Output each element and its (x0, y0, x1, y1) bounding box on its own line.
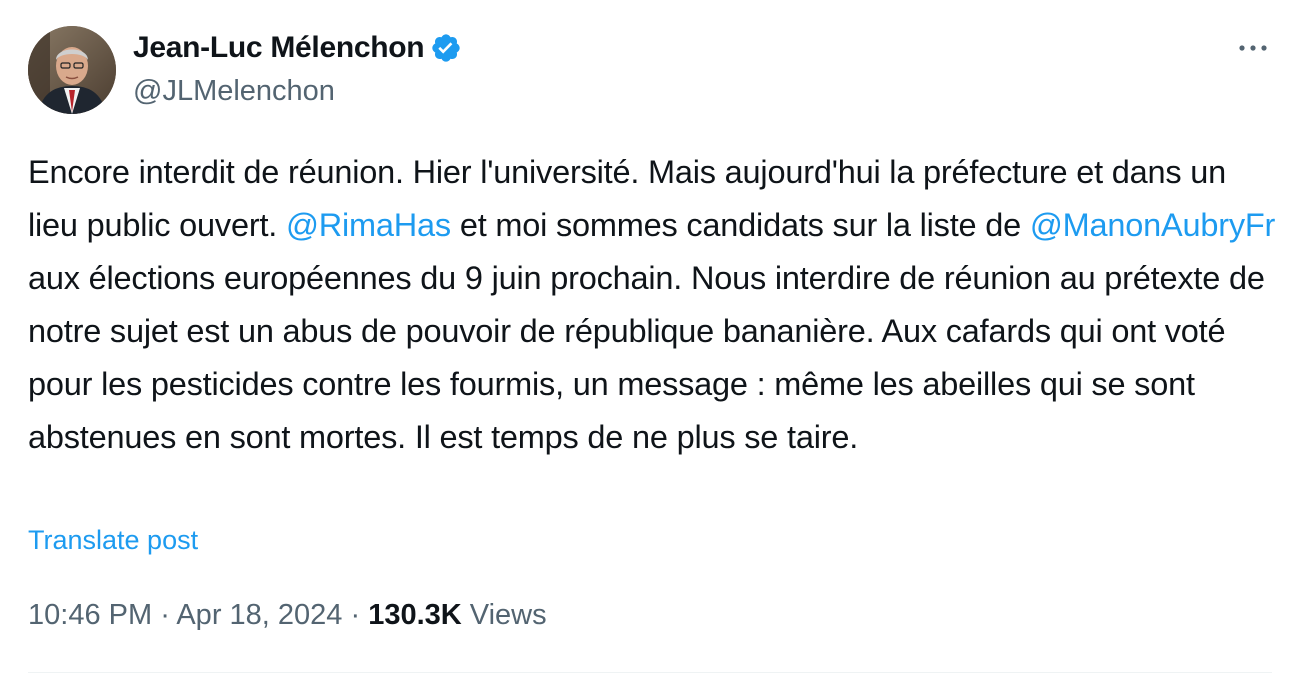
mention-link[interactable]: @RimaHas (286, 207, 451, 243)
tweet-text-segment: aux élections européennes du 9 juin proc… (28, 260, 1265, 455)
avatar[interactable] (28, 26, 116, 114)
views-label: Views (469, 599, 547, 631)
more-options-icon[interactable] (1234, 32, 1272, 64)
views-count: 130.3K (368, 599, 462, 631)
tweet-text-segment: et moi sommes candidats sur la liste de (450, 207, 1030, 243)
avatar-image (28, 26, 116, 114)
mention-link[interactable]: @ManonAubryFr (1030, 207, 1276, 243)
tweet-text: Encore interdit de réunion. Hier l'unive… (28, 146, 1278, 464)
author-name-row: Jean-Luc Mélenchon (133, 28, 462, 68)
translate-post-link[interactable]: Translate post (28, 520, 198, 560)
verified-badge-icon[interactable] (430, 32, 462, 64)
divider (28, 672, 1272, 673)
tweet-metadata: 10:46 PM · Apr 18, 2024 · 130.3K Views (28, 593, 547, 637)
author-handle[interactable]: @JLMelenchon (133, 72, 335, 110)
tweet-time[interactable]: 10:46 PM (28, 599, 152, 631)
tweet-date[interactable]: Apr 18, 2024 (176, 599, 342, 631)
meta-separator: · (350, 599, 361, 631)
tweet: Jean-Luc Mélenchon @JLMelenchon Encore i… (0, 0, 1304, 686)
author-display-name[interactable]: Jean-Luc Mélenchon (133, 28, 425, 68)
meta-separator: · (160, 599, 170, 631)
